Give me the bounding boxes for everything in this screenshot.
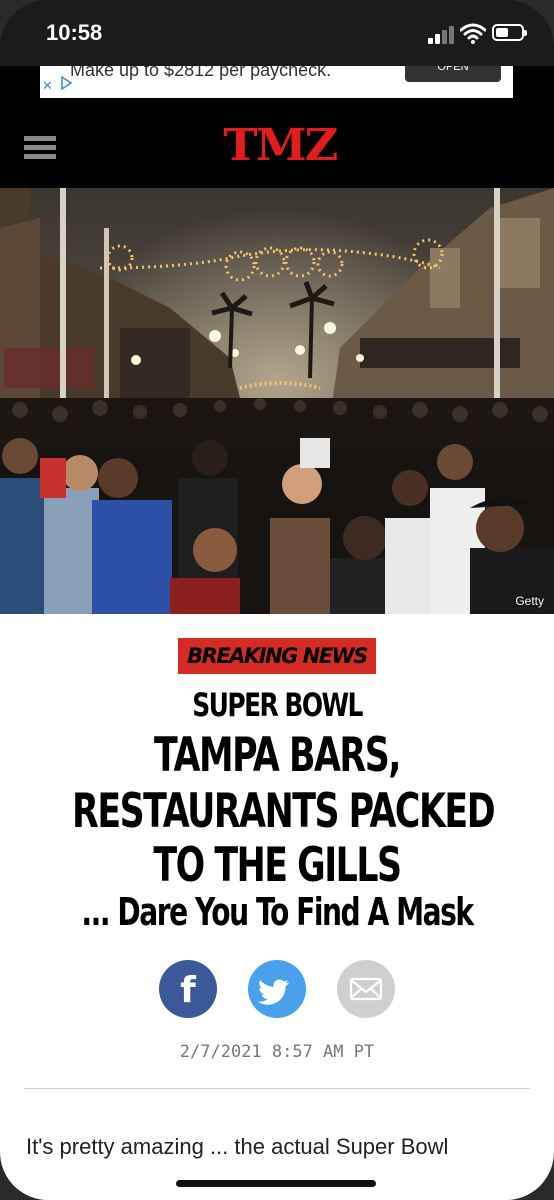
facebook-share-button[interactable]: f [159, 960, 217, 1018]
hero-photo[interactable]: Getty [0, 188, 554, 614]
cellular-signal-icon [428, 26, 456, 44]
share-buttons: f [0, 960, 554, 1020]
ad-text[interactable]: Make up to $2812 per paycheck. [70, 66, 331, 81]
phone-screen: 10:58 ✕ Make up to $2812 per paycheck. O… [0, 0, 554, 1200]
facebook-icon: f [180, 970, 196, 1011]
home-indicator[interactable] [176, 1180, 376, 1187]
tmz-logo[interactable]: TMZ [223, 120, 338, 171]
ad-open-button[interactable]: OPEN [405, 66, 501, 82]
twitter-share-button[interactable] [248, 960, 306, 1018]
article: BREAKING NEWS SUPER BOWL TAMPA BARS, RES… [0, 614, 554, 1200]
headline-line: RESTAURANTS PACKED [72, 784, 496, 839]
site-header: TMZ [0, 102, 554, 188]
email-share-button[interactable] [337, 960, 395, 1018]
hamburger-icon[interactable] [24, 136, 56, 160]
headline-line: TO THE GILLS [153, 838, 402, 893]
article-kicker: SUPER BOWL [192, 686, 363, 724]
divider [24, 1088, 530, 1089]
ad-box[interactable]: ✕ Make up to $2812 per paycheck. OPEN [40, 66, 513, 98]
article-body-preview: It's pretty amazing ... the actual Super… [26, 1134, 449, 1159]
headline-line: TAMPA BARS, [153, 728, 402, 783]
status-time: 10:58 [46, 20, 103, 45]
article-subhead: ... Dare You To Find A Mask [81, 890, 474, 934]
article-timestamp: 2/7/2021 8:57 AM PT [179, 1042, 375, 1062]
envelope-icon [349, 977, 383, 1001]
twitter-icon [257, 979, 289, 1005]
ad-banner[interactable]: ✕ Make up to $2812 per paycheck. OPEN [0, 66, 554, 102]
breaking-news-badge: BREAKING NEWS [178, 638, 376, 674]
crowd-street-photo [0, 188, 554, 614]
wifi-icon [460, 23, 486, 44]
ad-close-icon[interactable]: ✕ [42, 78, 53, 94]
status-bar: 10:58 [0, 0, 554, 66]
battery-icon [492, 24, 527, 41]
photo-credit: Getty [515, 594, 544, 608]
